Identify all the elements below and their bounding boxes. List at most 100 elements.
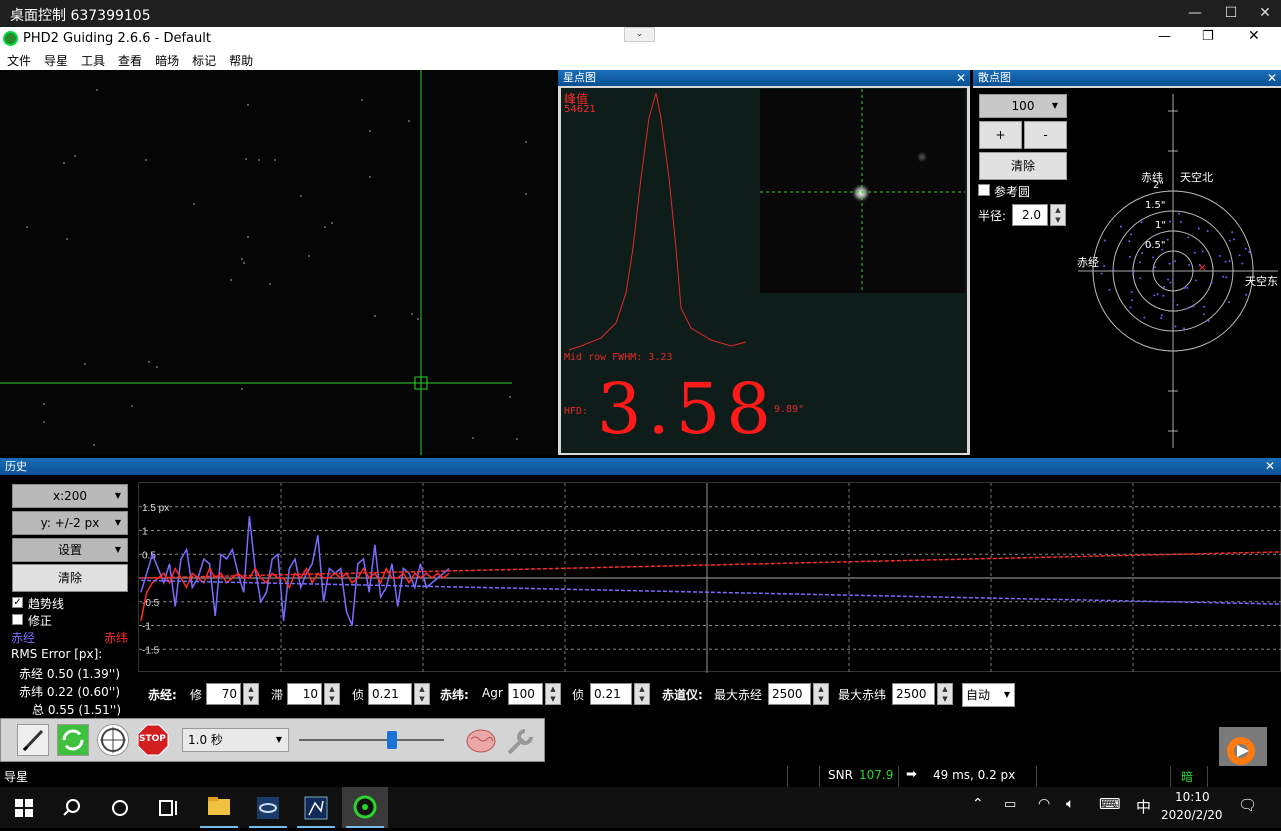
scatter-point (1172, 299, 1175, 302)
x-scale-value: x:200 (52, 489, 88, 503)
main-toolbar: STOP 1.0 秒 ▼ (0, 718, 545, 762)
scatter-point (1103, 239, 1106, 242)
wifi-icon[interactable]: ◠ (1038, 796, 1050, 812)
chevron-down-icon: ▼ (114, 518, 121, 527)
scatter-r15-label: 1.5" (1145, 200, 1166, 211)
app-close-button[interactable]: ✕ (1248, 28, 1260, 44)
gamma-slider-track[interactable] (299, 739, 444, 741)
scatter-point (1169, 281, 1172, 284)
history-graph: 1.5 px 1 0.5 -0.5 -1 -1.5 (138, 482, 1281, 673)
dec-min-input[interactable]: 0.21 (590, 683, 632, 705)
notification-icon[interactable]: 🗨︎ (1238, 796, 1257, 814)
scatter-point (1231, 231, 1234, 234)
scatter-point (1169, 220, 1172, 223)
task-view-button[interactable] (158, 798, 180, 821)
remote-close-button[interactable]: ✕ (1250, 4, 1280, 22)
profile-curve (568, 92, 747, 351)
windows-taskbar: ⌃ ▭ ◠ 🔈︎ ⌨ 中 10:10 2020/2/20 🗨︎ (0, 787, 1281, 828)
max-dec-spinner[interactable]: ▲ ▼ (937, 683, 953, 705)
scatter-point (1222, 275, 1225, 278)
tray-overflow-icon[interactable]: ⌃ (972, 796, 984, 812)
y-tick-label: 1 (142, 527, 148, 538)
auto-select-star-button[interactable] (97, 724, 129, 756)
scatter-point (1166, 238, 1169, 241)
remote-minimize-button[interactable]: — (1180, 4, 1210, 22)
menu-view[interactable]: 查看 (111, 50, 148, 69)
scatter-point (1160, 317, 1163, 320)
trend-checkbox[interactable]: ✓ (12, 597, 23, 608)
remote-maximize-button[interactable]: ☐ (1216, 4, 1246, 22)
dec-mode-select[interactable]: 自动 ▼ (962, 683, 1015, 707)
scatter-point (1241, 262, 1244, 265)
correction-checkbox[interactable] (12, 614, 23, 625)
star-profile-close-button[interactable]: ✕ (956, 70, 966, 86)
scatter-title: 散点图 (973, 70, 1281, 86)
max-dec-input[interactable]: 2500 (892, 683, 935, 705)
scatter-point (1192, 305, 1195, 308)
scatter-close-button[interactable]: ✕ (1267, 70, 1277, 86)
wrench-icon (507, 729, 533, 755)
max-ra-input[interactable]: 2500 (768, 683, 811, 705)
stop-button[interactable]: STOP (137, 724, 169, 756)
dec-min-spinner[interactable]: ▲ ▼ (634, 683, 650, 705)
hfd-label: HFD: (564, 406, 589, 417)
max-ra-spinner[interactable]: ▲ ▼ (813, 683, 829, 705)
taskbar-phd2[interactable] (342, 787, 388, 828)
menu-bookmarks[interactable]: 标记 (185, 50, 222, 69)
taskbar-app-galaxy[interactable] (245, 787, 291, 828)
clock-date[interactable]: 2020/2/20 (1161, 808, 1223, 822)
scatter-r2-label: 2" (1153, 180, 1164, 191)
rms-total: 总 0.55 (1.51'') (32, 703, 122, 717)
clock-time[interactable]: 10:10 (1175, 790, 1210, 804)
menu-guide[interactable]: 导星 (37, 50, 74, 69)
volume-icon[interactable]: 🔈︎ (1066, 796, 1074, 812)
taskbar-explorer[interactable] (196, 787, 242, 828)
dec-agr-spinner[interactable]: ▲ ▼ (545, 683, 561, 705)
ra-hyst-spinner[interactable]: ▲ ▼ (243, 683, 259, 705)
ra-hyst-input[interactable]: 70 (206, 683, 241, 705)
max-ra-label: 最大赤经 (714, 688, 763, 702)
app-titlebar: PHD2 Guiding 2.6.6 - Default ⌄ — ❐ ✕ (0, 27, 1281, 50)
remote-toolbar-dropdown[interactable]: ⌄ (624, 27, 655, 42)
ra-min-input[interactable]: 0.21 (368, 683, 412, 705)
star-profile-pane: 星点图 ✕ 峰值 54621 Mid row FWHM: 3.23 HFD: 3… (558, 70, 970, 455)
history-settings-select[interactable]: 设置 ▼ (12, 538, 128, 562)
menu-help[interactable]: 帮助 (222, 50, 259, 69)
ra-agg-input[interactable]: 10 (287, 683, 322, 705)
x-scale-select[interactable]: x:200 ▼ (12, 484, 128, 508)
history-clear-button[interactable]: 清除 (12, 564, 128, 592)
gamma-slider-thumb[interactable] (387, 731, 397, 749)
taskbar-app-ascom[interactable] (293, 787, 339, 828)
search-button[interactable] (62, 798, 82, 821)
menu-file[interactable]: 文件 (0, 50, 37, 69)
keyboard-icon[interactable]: ⌨ (1099, 795, 1121, 813)
star-zoom-view (760, 89, 965, 293)
cortana-button[interactable] (110, 798, 130, 821)
ime-indicator[interactable]: 中 (1136, 796, 1151, 817)
camera-image-pane[interactable] (0, 70, 555, 455)
ra-min-spinner[interactable]: ▲ ▼ (414, 683, 430, 705)
app-minimize-button[interactable]: — (1158, 29, 1171, 44)
menu-darks[interactable]: 暗场 (148, 50, 185, 69)
brain-button[interactable] (465, 725, 497, 757)
scatter-point (1238, 254, 1241, 257)
windows-start-button[interactable] (15, 799, 33, 820)
y-scale-select[interactable]: y: +/-2 px ▼ (12, 511, 128, 535)
exposure-select[interactable]: 1.0 秒 ▼ (182, 728, 289, 752)
dark-indicator: 暗 (1181, 770, 1194, 784)
scatter-point (1185, 307, 1188, 310)
scatter-north-label: 天空北 (1180, 171, 1213, 184)
dec-agr-input[interactable]: 100 (508, 683, 543, 705)
camera-connect-button[interactable] (17, 724, 49, 756)
ra-agg-spinner[interactable]: ▲ ▼ (324, 683, 340, 705)
loop-button[interactable] (57, 724, 89, 756)
advanced-settings-button[interactable] (505, 725, 537, 757)
scatter-point (1244, 247, 1247, 250)
history-close-button[interactable]: ✕ (1265, 459, 1275, 473)
menu-tools[interactable]: 工具 (74, 50, 111, 69)
scatter-point (1140, 221, 1143, 224)
app-restore-button[interactable]: ❐ (1202, 29, 1214, 44)
scatter-point (1187, 236, 1190, 239)
battery-icon[interactable]: ▭ (1004, 797, 1016, 812)
timing-info: 49 ms, 0.2 px (933, 768, 1016, 782)
